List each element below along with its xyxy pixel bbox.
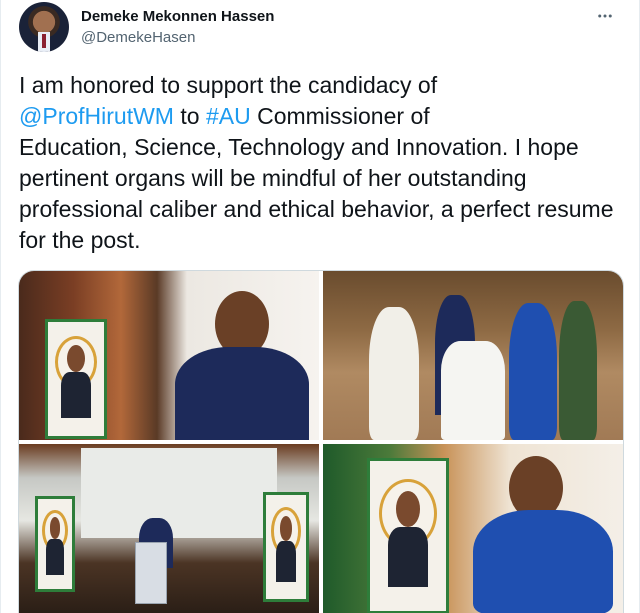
guest-white-dress [369, 307, 419, 440]
tweet-text-commissioner: Commissioner of [250, 103, 430, 129]
candidate-banner-large [367, 458, 449, 613]
candidate-banner [45, 319, 107, 439]
author-handle[interactable]: @DemekeHasen [81, 29, 195, 46]
projection-screen [81, 448, 277, 538]
speaker-suit [175, 347, 309, 440]
right-banner [263, 492, 309, 602]
guest-green-dress [559, 301, 597, 440]
candidate-blue-dress [473, 510, 613, 613]
guests-standing-photo[interactable] [323, 271, 623, 440]
tweet-text-to: to [173, 103, 206, 129]
more-options-button[interactable] [591, 2, 619, 30]
tweet-text-intro: I am honored to support the candidacy of [19, 72, 438, 98]
woman-in-blue-dress-photo[interactable] [323, 444, 623, 613]
stage-lectern-photo[interactable] [19, 444, 319, 613]
mention-link[interactable]: @ProfHirutWM [19, 103, 174, 129]
avatar-tie [42, 34, 46, 48]
avatar[interactable] [19, 2, 69, 52]
hashtag-link[interactable]: #AU [206, 103, 251, 129]
author-display-name[interactable]: Demeke Mekonnen Hassen [81, 8, 274, 25]
tweet-card: Demeke Mekonnen Hassen @DemekeHasen I am… [0, 0, 640, 613]
more-horizontal-icon [598, 14, 612, 18]
lectern [135, 542, 167, 604]
tweet-text: I am honored to support the candidacy of… [19, 70, 629, 256]
media-grid [18, 270, 624, 613]
guest-blue-dress [509, 303, 557, 440]
cocktail-table [441, 341, 505, 440]
left-banner [35, 496, 75, 592]
speaker-at-podium-photo[interactable] [19, 271, 319, 440]
tweet-text-body: Education, Science, Technology and Innov… [19, 134, 614, 253]
